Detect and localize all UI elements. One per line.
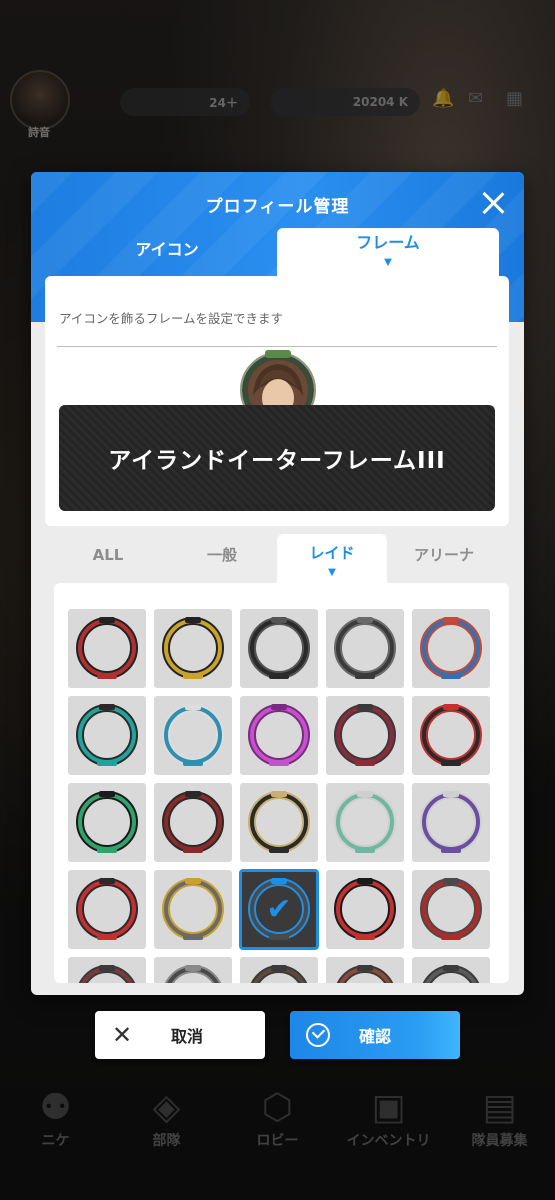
frame-option[interactable] bbox=[68, 609, 146, 688]
frame-grid: ✔ bbox=[68, 609, 492, 983]
category-tab-arena[interactable]: アリーナ bbox=[389, 534, 499, 584]
frame-option[interactable] bbox=[68, 696, 146, 775]
frame-option[interactable] bbox=[412, 696, 490, 775]
profile-management-dialog: プロフィール管理 アイコン フレーム ▼ アイコンを飾るフレームを設定できます bbox=[31, 172, 524, 995]
frame-ring-icon bbox=[250, 965, 308, 983]
frame-option[interactable] bbox=[154, 783, 232, 862]
frame-ring-icon bbox=[164, 965, 222, 983]
selected-frame-name: アイランドイーターフレームIII bbox=[108, 448, 446, 474]
tab-icon-label: アイコン bbox=[135, 240, 199, 259]
dialog-title: プロフィール管理 bbox=[205, 197, 350, 217]
frame-grid-panel[interactable]: ✔ bbox=[54, 583, 509, 983]
frame-ring-icon bbox=[336, 965, 394, 983]
frame-ring-icon bbox=[420, 878, 482, 940]
frame-option[interactable] bbox=[326, 783, 404, 862]
check-circle-icon bbox=[306, 1023, 330, 1047]
frame-ring-icon bbox=[162, 704, 224, 766]
frame-ring-icon bbox=[420, 704, 482, 766]
frame-option[interactable] bbox=[326, 609, 404, 688]
frame-option[interactable] bbox=[240, 957, 318, 983]
frame-option[interactable] bbox=[154, 609, 232, 688]
caret-down-icon: ▼ bbox=[384, 257, 392, 268]
category-tab-raid[interactable]: レイド ▼ bbox=[277, 534, 387, 584]
tab-icon[interactable]: アイコン bbox=[59, 228, 275, 276]
frame-ring-icon bbox=[76, 878, 138, 940]
selected-frame-nameplate: アイランドイーターフレームIII bbox=[59, 405, 495, 511]
frame-ring-icon bbox=[76, 617, 138, 679]
confirm-label: 確認 bbox=[358, 1027, 391, 1046]
frame-ring-icon bbox=[334, 617, 396, 679]
close-icon: ✕ bbox=[111, 1021, 133, 1049]
frame-ring-icon bbox=[248, 791, 310, 853]
check-icon: ✔ bbox=[266, 892, 292, 927]
frame-ring-icon bbox=[248, 704, 310, 766]
frame-ring-icon bbox=[162, 878, 224, 940]
frame-preview-card: アイコンを飾るフレームを設定できます アイランドイーターフレームIII bbox=[45, 276, 509, 526]
frame-ring-icon bbox=[334, 704, 396, 766]
tab-frame-label: フレーム bbox=[356, 233, 420, 252]
category-tabs: ALL 一般 レイド ▼ アリーナ bbox=[45, 534, 509, 584]
frame-description: アイコンを飾るフレームを設定できます bbox=[59, 311, 284, 326]
frame-option[interactable] bbox=[68, 957, 146, 983]
frame-ring-icon bbox=[334, 791, 396, 853]
frame-option[interactable] bbox=[68, 870, 146, 949]
frame-ring-icon bbox=[248, 617, 310, 679]
frame-option[interactable] bbox=[412, 870, 490, 949]
frame-option[interactable] bbox=[68, 783, 146, 862]
frame-option[interactable] bbox=[154, 957, 232, 983]
frame-ring-icon bbox=[334, 878, 396, 940]
frame-option[interactable]: ✔ bbox=[239, 869, 319, 950]
category-tab-general[interactable]: 一般 bbox=[167, 534, 277, 584]
frame-option[interactable] bbox=[412, 783, 490, 862]
cancel-button[interactable]: ✕ 取消 bbox=[95, 1011, 265, 1059]
frame-option[interactable] bbox=[412, 609, 490, 688]
frame-option[interactable] bbox=[240, 609, 318, 688]
caret-down-icon: ▼ bbox=[328, 567, 336, 578]
frame-ring-icon bbox=[76, 791, 138, 853]
frame-option[interactable] bbox=[154, 870, 232, 949]
frame-option[interactable] bbox=[412, 957, 490, 983]
frame-ring-icon bbox=[420, 791, 482, 853]
frame-ring-icon bbox=[420, 617, 482, 679]
frame-ring-icon bbox=[78, 965, 136, 983]
frame-ring-icon bbox=[76, 704, 138, 766]
frame-ring-icon bbox=[422, 965, 480, 983]
frame-option[interactable] bbox=[240, 696, 318, 775]
close-icon[interactable] bbox=[478, 188, 508, 218]
frame-option[interactable] bbox=[326, 957, 404, 983]
frame-ring-icon bbox=[162, 617, 224, 679]
cancel-label: 取消 bbox=[170, 1027, 203, 1046]
tab-frame[interactable]: フレーム ▼ bbox=[277, 228, 499, 282]
frame-ring-icon bbox=[162, 791, 224, 853]
confirm-button[interactable]: 確認 bbox=[290, 1011, 460, 1059]
frame-option[interactable] bbox=[154, 696, 232, 775]
frame-option[interactable] bbox=[240, 783, 318, 862]
frame-option[interactable] bbox=[326, 870, 404, 949]
category-tab-all[interactable]: ALL bbox=[53, 534, 163, 584]
frame-option[interactable] bbox=[326, 696, 404, 775]
